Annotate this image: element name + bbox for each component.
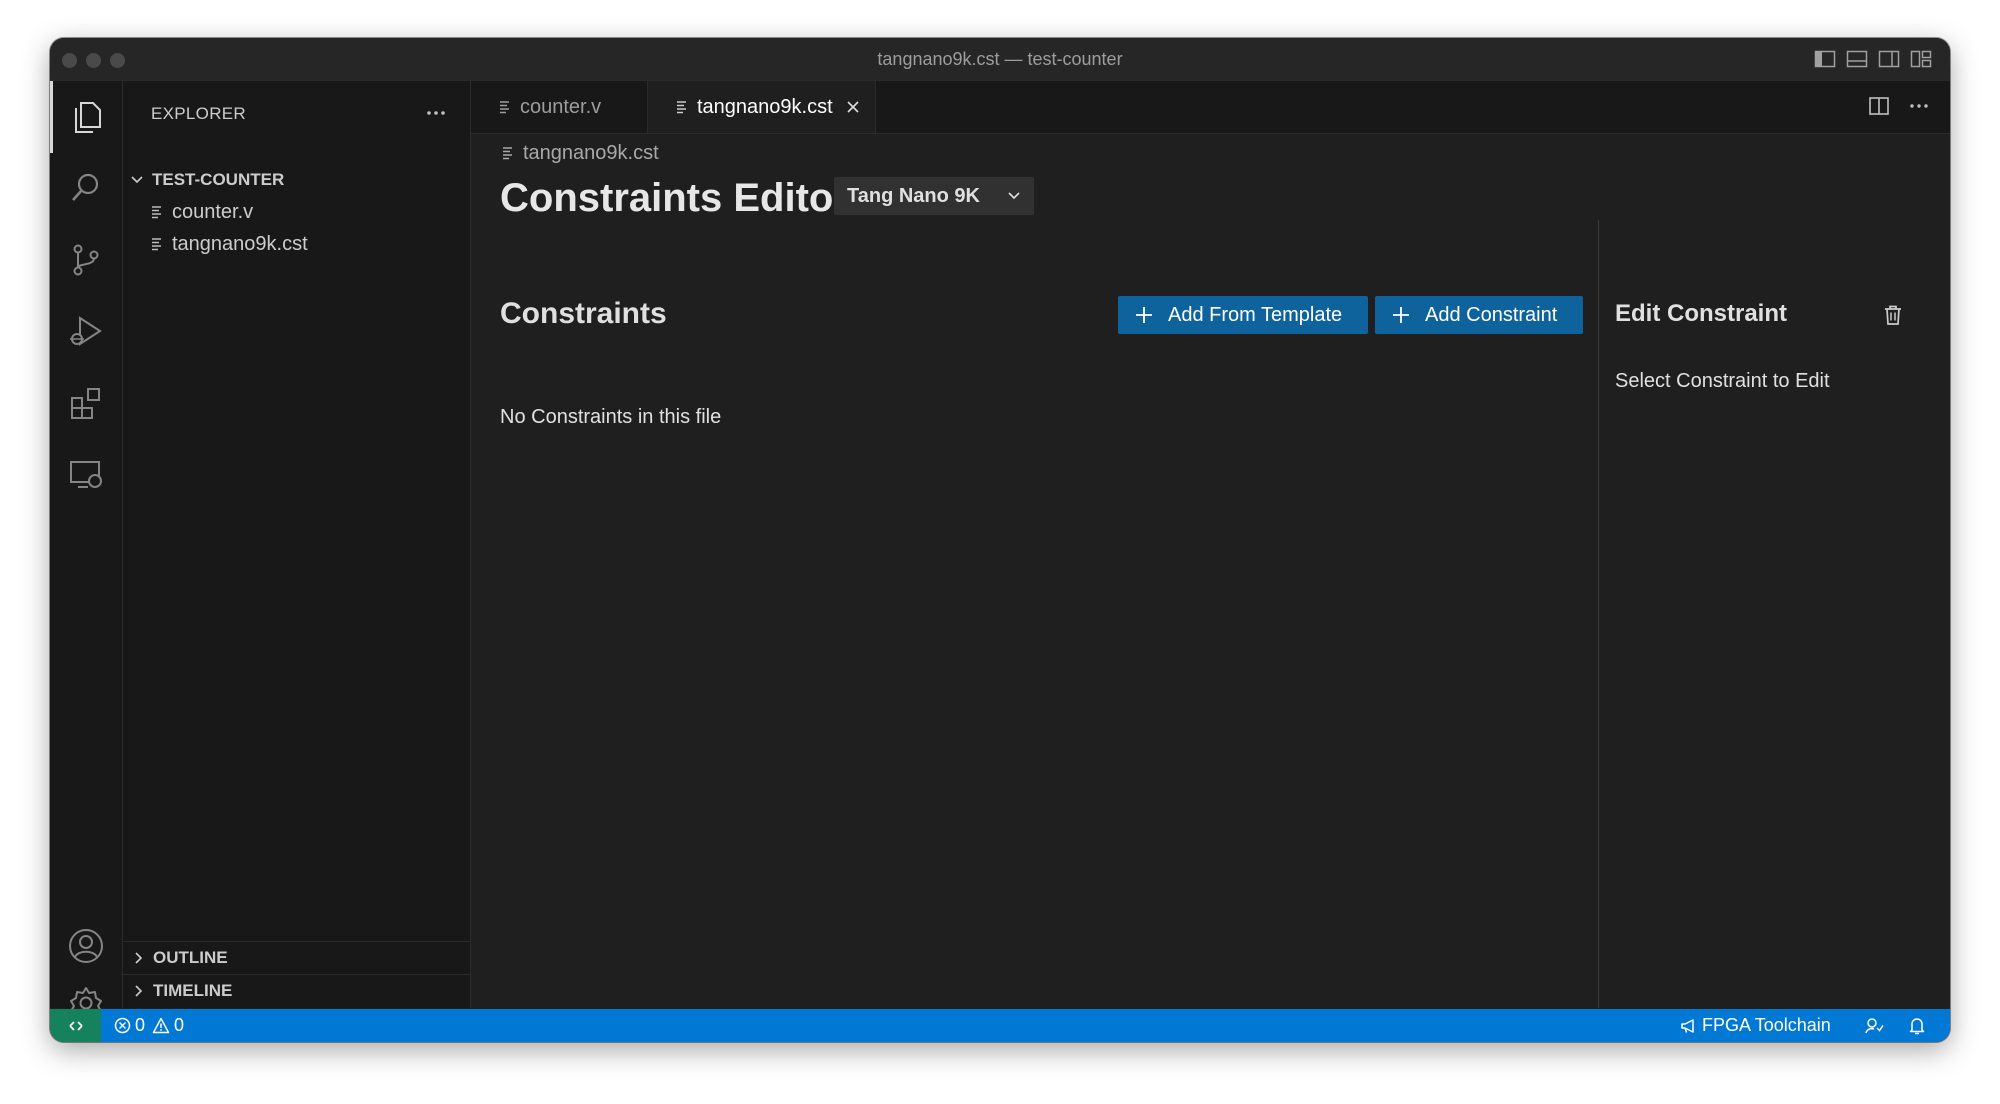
more-actions-icon[interactable] <box>1908 95 1930 117</box>
editor-tab-bar: counter.v tangnano9k.cst <box>471 81 1950 134</box>
tab-label: counter.v <box>520 95 602 118</box>
chevron-right-icon <box>131 950 147 966</box>
warning-count: 0 <box>174 1015 185 1035</box>
file-lines-icon <box>150 236 164 252</box>
breadcrumb[interactable]: tangnano9k.cst <box>501 138 659 168</box>
status-bar: 0 0 FPGA Toolchain <box>50 1009 1950 1042</box>
toggle-primary-sidebar-icon[interactable] <box>1814 49 1836 69</box>
problems-indicator[interactable]: 0 0 <box>114 1009 184 1042</box>
error-count: 0 <box>135 1015 146 1035</box>
section-label: TIMELINE <box>153 981 233 1000</box>
add-constraint-button[interactable]: Add Constraint <box>1375 296 1583 334</box>
folder-label: TEST-COUNTER <box>152 170 285 189</box>
toolchain-label: FPGA Toolchain <box>1702 1015 1831 1035</box>
source-control-icon[interactable] <box>50 224 122 296</box>
window-title: tangnano9k.cst — test-counter <box>877 49 1123 69</box>
folder-test-counter[interactable]: TEST-COUNTER <box>123 165 470 195</box>
section-label: OUTLINE <box>153 948 228 967</box>
title-bar: tangnano9k.cst — test-counter <box>50 38 1950 81</box>
explorer-icon[interactable] <box>50 81 122 153</box>
file-lines-icon <box>501 145 515 161</box>
notifications-bell-icon[interactable] <box>1908 1009 1926 1042</box>
editor-actions <box>1868 95 1930 117</box>
layout-controls <box>1814 49 1932 69</box>
remote-indicator[interactable] <box>50 1009 101 1042</box>
trash-icon[interactable] <box>1881 303 1905 327</box>
empty-constraints-message: No Constraints in this file <box>500 406 722 428</box>
vscode-window: tangnano9k.cst — test-counter EXPLORER T… <box>50 38 1950 1042</box>
customize-layout-icon[interactable] <box>1910 49 1932 69</box>
edit-constraint-heading: Edit Constraint <box>1615 300 1787 327</box>
board-select[interactable]: Tang Nano 9K <box>834 177 1034 215</box>
chevron-down-icon <box>1006 188 1022 204</box>
outline-section[interactable]: OUTLINE <box>123 941 470 974</box>
file-lines-icon <box>675 99 689 115</box>
constraints-heading: Constraints <box>500 297 667 330</box>
accounts-status-icon[interactable] <box>1864 1009 1884 1042</box>
error-icon <box>114 1017 131 1034</box>
chevron-right-icon <box>131 983 147 999</box>
button-label: Add Constraint <box>1425 303 1558 326</box>
megaphone-icon <box>1680 1017 1698 1035</box>
file-item-counter-v[interactable]: counter.v <box>123 196 470 228</box>
panel-divider <box>1598 220 1599 1008</box>
sidebar-title: EXPLORER <box>151 104 246 123</box>
explorer-sidebar: EXPLORER TEST-COUNTER counter.v tangnano… <box>123 81 471 1008</box>
file-lines-icon <box>150 204 164 220</box>
file-item-tangnano9k-cst[interactable]: tangnano9k.cst <box>123 228 470 260</box>
run-and-debug-icon[interactable] <box>50 295 122 367</box>
toggle-secondary-sidebar-icon[interactable] <box>1878 49 1900 69</box>
breadcrumb-label: tangnano9k.cst <box>523 141 659 164</box>
tab-counter-v[interactable]: counter.v <box>471 81 648 133</box>
timeline-section[interactable]: TIMELINE <box>123 974 470 1007</box>
chevron-down-icon <box>129 172 147 188</box>
activity-bar <box>50 81 123 1022</box>
add-from-template-button[interactable]: Add From Template <box>1118 296 1368 334</box>
tab-tangnano9k-cst[interactable]: tangnano9k.cst <box>648 81 876 133</box>
plus-icon <box>1134 305 1154 325</box>
page-title: Constraints Editor <box>500 176 849 220</box>
edit-constraint-hint: Select Constraint to Edit <box>1615 370 1830 392</box>
extensions-icon[interactable] <box>50 367 122 439</box>
toggle-panel-icon[interactable] <box>1846 49 1868 69</box>
fpga-toolchain-status[interactable]: FPGA Toolchain <box>1680 1009 1831 1042</box>
file-lines-icon <box>498 99 512 115</box>
remote-explorer-icon[interactable] <box>50 438 122 510</box>
plus-icon <box>1391 305 1411 325</box>
constraints-editor: tangnano9k.cst Constraints Editor Tang N… <box>471 134 1950 1008</box>
close-tab-icon[interactable] <box>845 99 861 115</box>
warning-icon <box>152 1017 170 1034</box>
remote-icon <box>67 1017 85 1035</box>
file-label: counter.v <box>172 200 254 223</box>
board-select-value: Tang Nano 9K <box>847 184 980 207</box>
button-label: Add From Template <box>1168 303 1343 326</box>
file-label: tangnano9k.cst <box>172 232 308 255</box>
search-icon[interactable] <box>50 152 122 224</box>
tab-label: tangnano9k.cst <box>697 95 833 118</box>
split-editor-icon[interactable] <box>1868 95 1890 117</box>
more-actions-icon[interactable] <box>424 101 448 125</box>
